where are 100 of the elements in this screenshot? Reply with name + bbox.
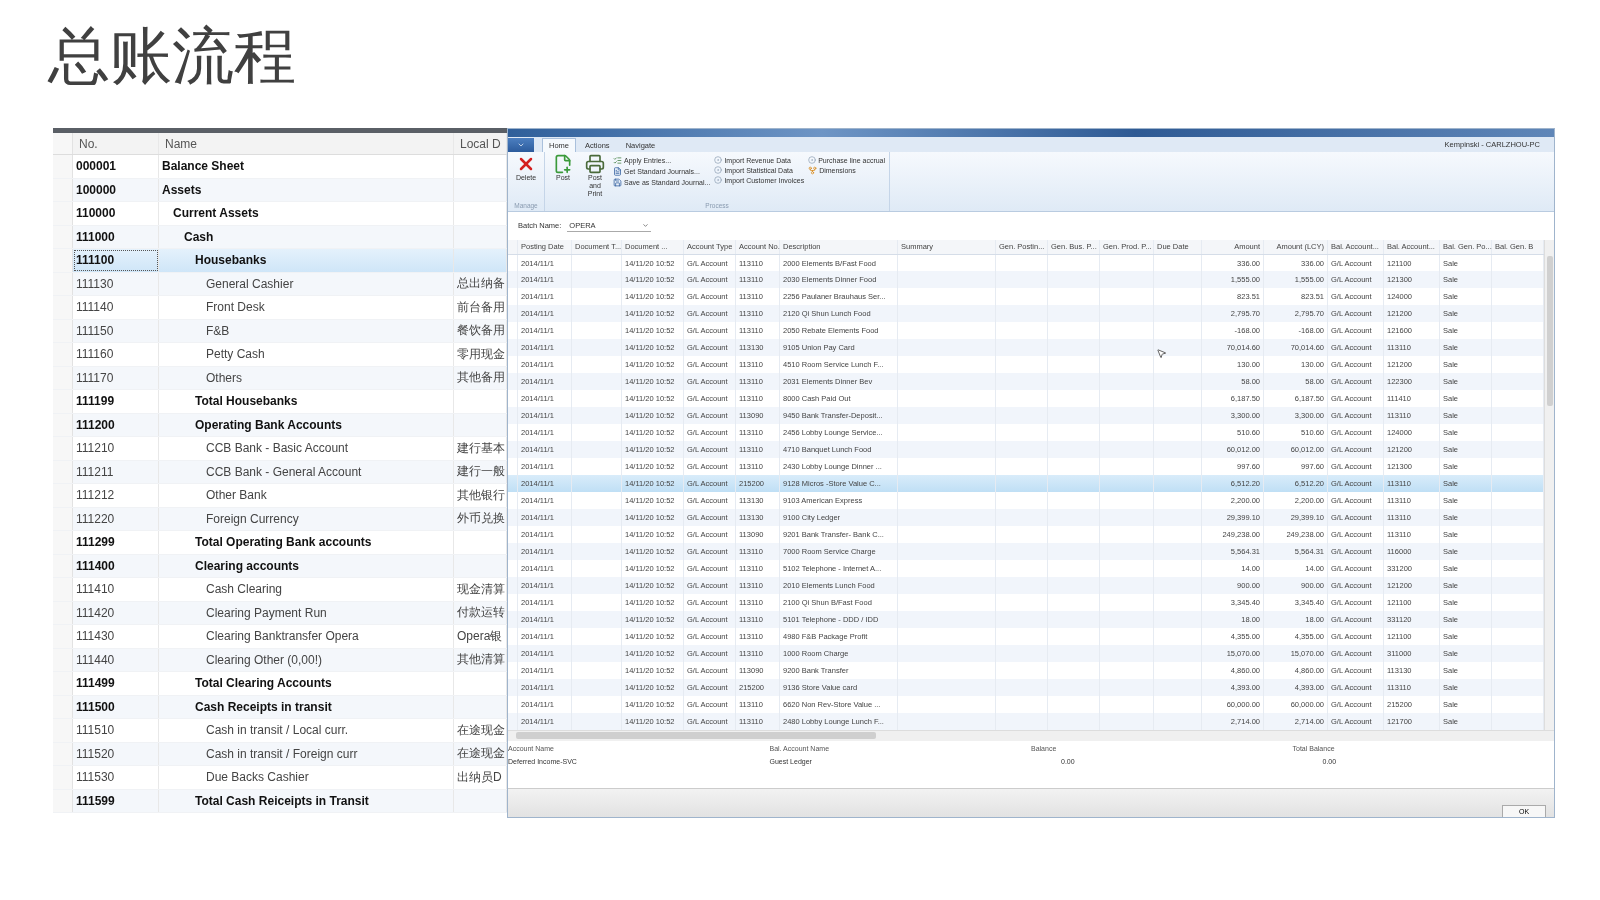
local-name: 出纳员D [457,768,502,786]
row-selector[interactable] [53,625,73,648]
account-number: 111170 [73,366,159,389]
table-row[interactable]: 111100 Housebanks [53,249,507,273]
row-selector[interactable] [53,155,73,178]
vertical-scrollbar[interactable] [1544,239,1554,730]
account-number: 111000 [73,225,159,248]
row-selector[interactable] [53,272,73,295]
row-selector[interactable] [53,695,73,718]
slide-title: 总账流程 [48,19,296,92]
table-row[interactable]: 111150 F&B 餐饮备用 [53,319,507,343]
table-row[interactable]: 100000 Assets [53,178,507,202]
account-name: F&B [206,323,230,338]
account-number: 111499 [73,672,159,695]
row-selector[interactable] [53,249,73,272]
table-row[interactable]: 111500 Cash Receipts in transit [53,695,507,719]
row-selector[interactable] [53,178,73,201]
account-number: 111430 [73,625,159,648]
row-selector[interactable] [53,437,73,460]
table-row[interactable]: 111170 Others 其他备用 [53,366,507,390]
table-row[interactable]: 110000 Current Assets [53,202,507,226]
table-row[interactable]: 111212 Other Bank 其他银行 [53,484,507,508]
account-number: 111530 [73,766,159,789]
checklist-icon [613,156,622,166]
table-row[interactable]: 111000 Cash [53,225,507,249]
table-row[interactable]: 111299 Total Operating Bank accounts [53,531,507,555]
table-row[interactable]: 111199 Total Housebanks [53,390,507,414]
table-row[interactable]: 111200 Operating Bank Accounts [53,413,507,437]
account-name: Petty Cash [206,347,265,362]
row-selector[interactable] [53,390,73,413]
table-row[interactable]: 111420 Clearing Payment Run 付款运转 [53,601,507,625]
account-name: Housebanks [195,253,267,268]
account-number: 111440 [73,648,159,671]
table-row[interactable]: 111160 Petty Cash 零用现金 [53,343,507,367]
table-row[interactable]: 111499 Total Clearing Accounts [53,672,507,696]
row-selector[interactable] [53,343,73,366]
row-selector[interactable] [53,648,73,671]
row-selector[interactable] [53,225,73,248]
account-name: Total Operating Bank accounts [195,535,372,550]
table-row[interactable]: 111400 Clearing accounts [53,554,507,578]
table-row[interactable]: 111520 Cash in transit / Foreign curr 在途现金 [53,742,507,766]
row-selector[interactable] [53,366,73,389]
table-row[interactable]: 111530 Due Backs Cashier 出纳员D [53,766,507,790]
table-row[interactable]: 111140 Front Desk 前台备用 [53,296,507,320]
row-selector[interactable] [53,766,73,789]
column-header[interactable]: Name [159,133,454,154]
document-plus-icon [553,154,573,175]
row-selector[interactable] [53,789,73,812]
account-name: Current Assets [173,206,259,221]
account-name: Operating Bank Accounts [195,417,342,432]
table-row[interactable]: 111220 Foreign Currency 外币兑换 [53,507,507,531]
row-selector[interactable] [53,319,73,342]
account-name: Balance Sheet [162,159,245,174]
row-selector[interactable] [53,133,73,154]
local-name: 付款运转 [457,604,505,622]
row-selector[interactable] [53,507,73,530]
row-selector[interactable] [53,672,73,695]
row-selector[interactable] [53,484,73,507]
account-name: Clearing accounts [195,558,300,573]
row-selector[interactable] [53,554,73,577]
row-selector[interactable] [53,531,73,554]
local-name: Opera银 [457,627,503,645]
account-name: Total Clearing Accounts [195,676,332,691]
table-row[interactable]: 111440 Clearing Other (0,00!) 其他清算 [53,648,507,672]
account-name: Cash in transit / Foreign curr [206,746,358,761]
account-number: 111212 [73,484,159,507]
row-selector[interactable] [53,413,73,436]
table-row[interactable]: 111130 General Cashier 总出纳备 [53,272,507,296]
account-number: 111211 [73,460,159,483]
row-selector[interactable] [53,296,73,319]
row-selector[interactable] [53,460,73,483]
local-name: 总出纳备 [457,275,505,293]
table-row[interactable]: 111210 CCB Bank - Basic Account 建行基本 [53,437,507,461]
account-name: Cash Clearing [206,582,283,597]
account-number: 111400 [73,554,159,577]
row-selector[interactable] [53,578,73,601]
account-number: 111100 [73,249,159,272]
row-selector[interactable] [53,601,73,624]
circle-icon [808,156,817,165]
local-name: 在途现金 [457,745,505,763]
table-row[interactable]: 111510 Cash in transit / Local curr. 在途现金 [53,719,507,743]
table-row[interactable]: 111599 Total Cash Reiceipts in Transit [53,789,507,813]
table-row[interactable]: 111211 CCB Bank - General Account 建行一般 [53,460,507,484]
app-menu-button[interactable] [508,137,534,152]
row-selector[interactable] [53,719,73,742]
table-row[interactable]: 111410 Cash Clearing 现金清算 [53,578,507,602]
local-name: 现金清算 [457,580,505,598]
table-row[interactable]: 111430 Clearing Banktransfer Opera Opera银 [53,625,507,649]
account-name: Clearing Other (0,00!) [206,652,323,667]
fork-icon [808,166,818,176]
row-selector[interactable] [53,202,73,225]
account-number: 110000 [73,202,159,225]
table-row[interactable]: 000001 Balance Sheet [53,155,507,179]
account-number: 100000 [73,178,159,201]
account-name: Front Desk [206,300,265,315]
local-name: 其他清算 [457,651,505,669]
column-header[interactable]: No. [73,133,159,154]
row-selector[interactable] [53,742,73,765]
account-name: General Cashier [206,276,294,291]
account-number: 111500 [73,695,159,718]
